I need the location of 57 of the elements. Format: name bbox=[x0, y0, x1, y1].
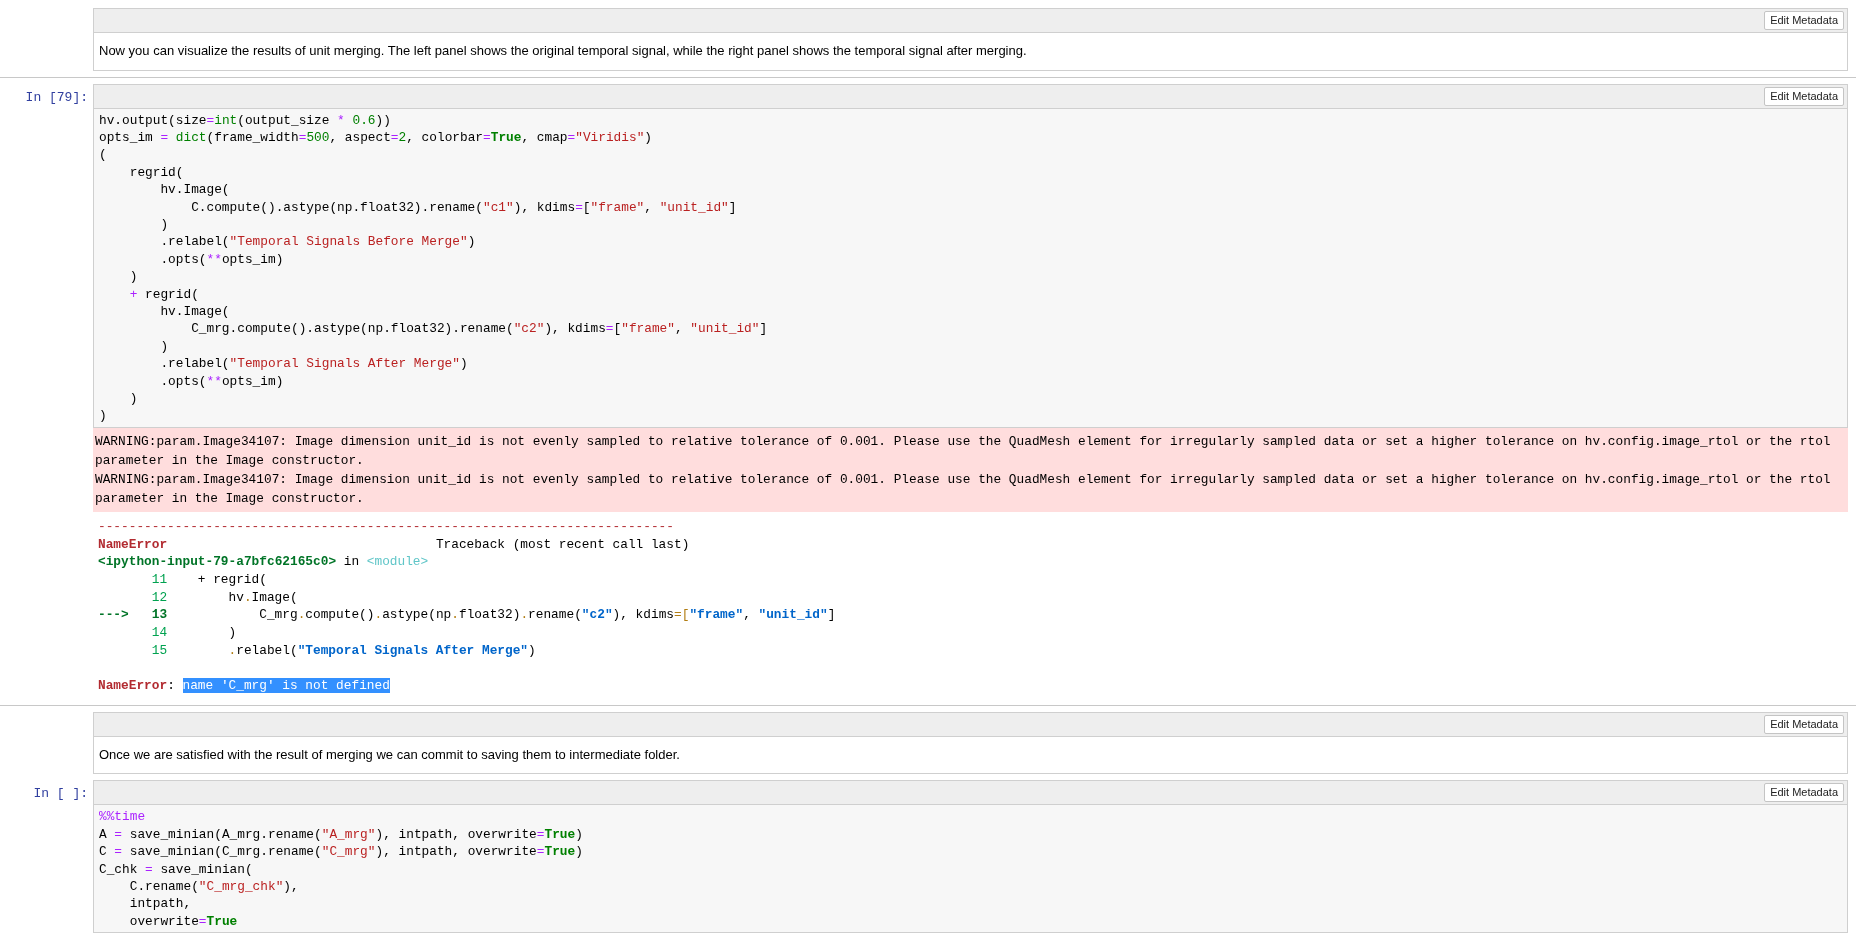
code-line: + regrid( bbox=[128, 285, 200, 303]
code-line: .relabel("Temporal Signals After Merge") bbox=[159, 355, 469, 373]
line-number: 11 bbox=[150, 570, 168, 589]
code-line: hv.output(size=int(output_size * 0.6)) bbox=[99, 111, 392, 129]
traceback-code-line: + regrid( bbox=[196, 571, 267, 587]
code-editor[interactable] bbox=[93, 108, 1848, 428]
current-line-arrow: ---> bbox=[98, 606, 129, 625]
code-line: C_chk = save_minian( bbox=[99, 860, 254, 878]
code-line: ( bbox=[99, 146, 108, 164]
edit-metadata-button[interactable]: Edit Metadata bbox=[1764, 783, 1844, 803]
code-line: C.compute().astype(np.float32).rename("c1"), kdims=["frame", "unit_id"] bbox=[190, 198, 738, 216]
warning-text: WARNING:param.Image34107: Image dimension unit_id is not evenly sampled to relative tolerance of 0.001. Please use the QuadMesh element for irregularly sampled data or set a higher tolerance on hv.config.image_rtol or the rtol parameter in the Image constructor. bbox=[95, 471, 1832, 506]
edit-metadata-button[interactable]: Edit Metadata bbox=[1764, 11, 1844, 30]
code-line: ) bbox=[99, 407, 108, 425]
code-line: ) bbox=[159, 337, 170, 356]
code-line: .opts(**opts_im) bbox=[159, 372, 285, 390]
traceback-code-line: .relabel("Temporal Signals After Merge") bbox=[227, 642, 536, 658]
code-line: ) bbox=[128, 268, 139, 286]
warning-text: WARNING:param.Image34107: Image dimension unit_id is not evenly sampled to relative tolerance of 0.001. Please use the QuadMesh element for irregularly sampled data or set a higher tolerance on hv.config.image_rtol or the rtol parameter in the Image constructor. bbox=[95, 433, 1832, 468]
traceback-text: in bbox=[343, 554, 360, 570]
error-name: NameError bbox=[98, 678, 168, 694]
code-line: overwrite=True bbox=[128, 912, 239, 931]
code-line: ) bbox=[128, 390, 139, 408]
markdown-text: Now you can visualize the results of unit merging. The left panel shows the original temporal signal, while the right panel shows the temporal signal after merging. bbox=[93, 33, 1848, 71]
markdown-text: Once we are satisfied with the result of merging we can commit to saving them to intermediate folder. bbox=[93, 736, 1848, 775]
code-line: C.rename("C_mrg_chk"), bbox=[128, 877, 300, 896]
cell-prompt: In [ ]: bbox=[33, 785, 88, 804]
code-editor[interactable] bbox=[93, 805, 1848, 934]
traceback-header: Traceback (most recent call last) bbox=[435, 536, 690, 552]
code-line: hv.Image( bbox=[159, 181, 231, 199]
cell-prompt: In [79]: bbox=[25, 88, 88, 107]
code-line: C = save_minian(C_mrg.rename("C_mrg"), intpath, overwrite=True) bbox=[99, 843, 584, 861]
line-number: 15 bbox=[150, 641, 168, 660]
traceback-code-line: ) bbox=[227, 625, 237, 641]
code-line: ) bbox=[159, 215, 170, 234]
traceback-code-line: C_mrg.compute().astype(np.float32).rename("c2"), kdims=["frame", "unit_id"] bbox=[258, 607, 836, 623]
code-line: opts_im = dict(frame_width=500, aspect=2, colorbar=True, cmap="Viridis") bbox=[99, 128, 653, 147]
error-message: name 'C_mrg' is not defined bbox=[182, 678, 390, 694]
line-number: 13 bbox=[150, 606, 168, 625]
traceback-separator: --------------------------------------------------------------------------- bbox=[98, 518, 674, 534]
edit-metadata-button[interactable]: Edit Metadata bbox=[1764, 714, 1844, 734]
line-number: 14 bbox=[150, 624, 168, 642]
traceback-scope: <module> bbox=[366, 554, 429, 570]
code-line: intpath, bbox=[128, 895, 193, 913]
code-line: .opts(**opts_im) bbox=[159, 250, 285, 269]
code-line: C_mrg.compute().astype(np.float32).rename("c2"), kdims=["frame", "unit_id"] bbox=[190, 320, 769, 338]
edit-metadata-button[interactable]: Edit Metadata bbox=[1764, 86, 1844, 106]
error-colon: : bbox=[167, 678, 175, 694]
traceback-file: <ipython-input-79-a7bfc62165c0> bbox=[98, 554, 337, 570]
code-line: %%time bbox=[99, 808, 147, 826]
code-line: .relabel("Temporal Signals Before Merge") bbox=[159, 233, 477, 251]
code-line: A = save_minian(A_mrg.rename("A_mrg"), intpath, overwrite=True) bbox=[99, 825, 584, 844]
line-number: 12 bbox=[150, 588, 168, 607]
error-name: NameError bbox=[98, 535, 169, 554]
code-line: hv.Image( bbox=[159, 302, 231, 321]
code-line: regrid( bbox=[128, 163, 185, 182]
traceback-code-line: hv.Image( bbox=[227, 589, 298, 605]
